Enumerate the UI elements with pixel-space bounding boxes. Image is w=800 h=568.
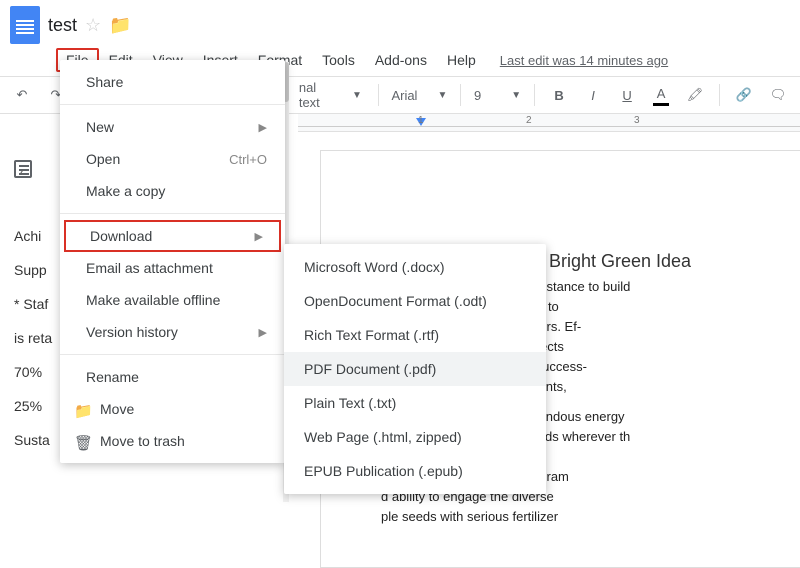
menu-rename[interactable]: Rename [60, 361, 285, 393]
menu-addons[interactable]: Add-ons [365, 48, 437, 72]
document-title[interactable]: test [48, 15, 77, 36]
menu-share[interactable]: Share [60, 66, 285, 98]
title-bar: test ☆ 📁 [0, 0, 800, 46]
folder-icon[interactable]: 📁 [109, 15, 131, 36]
chevron-down-icon: ▼ [437, 90, 447, 101]
undo-button[interactable]: ↶ [8, 81, 36, 109]
menu-new[interactable]: New▶ [60, 111, 285, 143]
underline-button[interactable]: U [613, 81, 641, 109]
horizontal-ruler[interactable]: 1 2 3 [298, 114, 800, 132]
menu-tools[interactable]: Tools [312, 48, 365, 72]
file-dropdown: Share New▶ OpenCtrl+O Make a copy Downlo… [60, 60, 285, 463]
font-selector-label: Arial [391, 88, 417, 103]
text-fragment: 25% [14, 392, 52, 420]
outline-toggle[interactable]: ‹ [14, 160, 32, 193]
font-size-label: 9 [474, 88, 481, 103]
separator [534, 84, 535, 106]
menu-trash[interactable]: 🗑Move to trash [60, 425, 285, 457]
menu-version-history[interactable]: Version history▶ [60, 316, 285, 348]
folder-move-icon: 📁 [74, 402, 93, 420]
font-size-selector[interactable]: 9▼ [471, 81, 524, 109]
menu-download[interactable]: Download▶ [64, 220, 281, 252]
shortcut-label: Ctrl+O [229, 152, 267, 167]
star-icon[interactable]: ☆ [85, 15, 101, 36]
download-pdf[interactable]: PDF Document (.pdf) [284, 352, 546, 386]
separator [60, 104, 285, 105]
style-selector[interactable]: nal text ▼ [293, 81, 368, 109]
last-edit-link[interactable]: Last edit was 14 minutes ago [500, 53, 668, 68]
text-fragment: is reta [14, 324, 52, 352]
download-txt[interactable]: Plain Text (.txt) [284, 386, 546, 420]
text-color-button[interactable]: A [647, 81, 675, 109]
text-fragment: 70% [14, 358, 52, 386]
ruler-num: 3 [634, 115, 640, 126]
menu-help[interactable]: Help [437, 48, 486, 72]
add-comment-button[interactable]: 🗨 [764, 81, 792, 109]
highlight-button[interactable]: 🖍 [681, 81, 709, 109]
text-fragment: Achi [14, 222, 52, 250]
italic-button[interactable]: I [579, 81, 607, 109]
menu-open[interactable]: OpenCtrl+O [60, 143, 285, 175]
download-odt[interactable]: OpenDocument Format (.odt) [284, 284, 546, 318]
download-word[interactable]: Microsoft Word (.docx) [284, 250, 546, 284]
menu-email-attachment[interactable]: Email as attachment [60, 252, 285, 284]
chevron-down-icon: ▼ [511, 90, 521, 101]
separator [378, 84, 379, 106]
trash-icon: 🗑 [74, 434, 93, 452]
download-html[interactable]: Web Page (.html, zipped) [284, 420, 546, 454]
download-epub[interactable]: EPUB Publication (.epub) [284, 454, 546, 488]
chevron-down-icon: ▼ [352, 90, 362, 101]
menu-move[interactable]: 📁Move [60, 393, 285, 425]
separator [719, 84, 720, 106]
ruler-num: 1 [418, 115, 424, 126]
separator [60, 354, 285, 355]
text-fragment: Susta [14, 426, 52, 454]
download-submenu: Microsoft Word (.docx) OpenDocument Form… [284, 244, 546, 494]
insert-link-button[interactable]: 🔗 [730, 81, 758, 109]
download-rtf[interactable]: Rich Text Format (.rtf) [284, 318, 546, 352]
text-fragment: * Staf [14, 290, 52, 318]
separator [60, 213, 285, 214]
style-selector-label: nal text [299, 80, 332, 110]
text-fragment: Supp [14, 256, 52, 284]
chevron-right-icon: ▶ [259, 326, 267, 339]
chevron-right-icon: ▶ [259, 121, 267, 134]
menu-offline[interactable]: Make available offline [60, 284, 285, 316]
docs-logo-icon[interactable] [10, 6, 40, 44]
ruler-num: 2 [526, 115, 532, 126]
chevron-right-icon: ▶ [255, 230, 263, 243]
bold-button[interactable]: B [545, 81, 573, 109]
menu-make-copy[interactable]: Make a copy [60, 175, 285, 207]
document-body-peek: Achi Supp * Staf is reta 70% 25% Susta [14, 222, 52, 460]
font-selector[interactable]: Arial ▼ [389, 81, 450, 109]
separator [460, 84, 461, 106]
